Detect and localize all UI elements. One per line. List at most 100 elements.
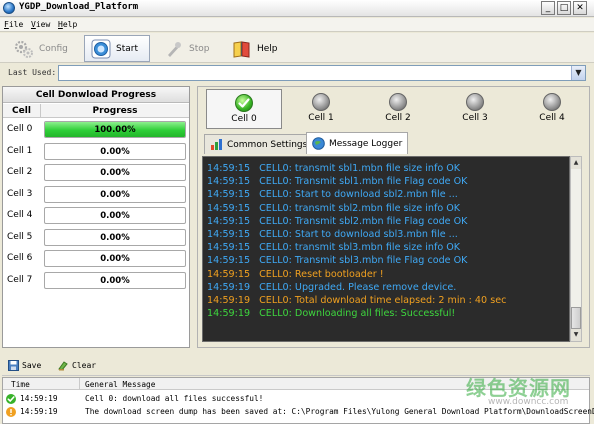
log-line: 14:59:15 CELL0: Transmit sbl1.mbn file Fl… (207, 176, 467, 187)
cell-indicator-label: Cell 1 (308, 113, 334, 123)
cell-indicator-label: Cell 0 (231, 114, 257, 124)
progress-value: 0.00% (100, 168, 130, 178)
scroll-up-icon[interactable]: ▲ (571, 157, 581, 169)
toolbar: Config Start Stop Help (0, 33, 594, 63)
progress-value: 0.00% (100, 189, 130, 200)
log-text: CELL0: Start to download sbl2.mbn file .… (259, 189, 458, 201)
cell-indicator-2[interactable]: Cell 2 (360, 89, 436, 129)
progress-bar: 0.00% (44, 207, 186, 224)
progress-bar: 0.00% (44, 228, 186, 246)
progress-bar: 0.00% (44, 142, 186, 160)
save-button[interactable]: Save (8, 360, 41, 371)
start-label: Start (116, 43, 138, 54)
clear-button[interactable]: Clear (58, 360, 96, 371)
stop-button[interactable]: Stop (158, 35, 215, 62)
log-time: 14:59:15 (207, 189, 251, 201)
progress-value: 0.00% (100, 275, 130, 286)
message-text: Cell 0: download all files successful! (85, 394, 264, 403)
menu-file[interactable]: File (4, 20, 23, 29)
clear-icon (58, 360, 69, 371)
log-scrollbar[interactable]: ▲ ▼ (570, 156, 582, 342)
cell-label: Cell 1 (7, 145, 33, 156)
close-button[interactable]: ✕ (573, 1, 587, 15)
log-text: CELL0: transmit sbl3.mbn file size info … (259, 242, 461, 254)
log-time: 14:59:15 (207, 229, 251, 240)
bar-chart-icon (210, 138, 223, 151)
progress-row: Cell 7 0.00% (3, 270, 189, 291)
minimize-button[interactable]: _ (541, 1, 555, 15)
cell-label: Cell 0 (7, 124, 33, 134)
progress-bar: 0.00% (44, 164, 186, 181)
message-log[interactable]: 14:59:15 CELL0: transmit sbl1.mbn file si… (202, 156, 570, 342)
col-header-time: Time (11, 380, 30, 389)
log-time: 14:59:15 (207, 215, 251, 227)
cell-indicator-label: Cell 2 (385, 113, 411, 123)
progress-panel-title: Cell Donwload Progress (3, 87, 189, 103)
log-line: 14:59:19 CELL0: Upgraded. Please remove d… (207, 282, 456, 293)
col-header-message: General Message (85, 380, 156, 389)
message-row[interactable]: 14:59:19 The download screen dump has bee… (3, 406, 594, 419)
progress-row: Cell 3 0.00% (3, 184, 189, 205)
progress-bar: 0.00% (44, 185, 186, 203)
tab-common-settings[interactable]: Common Settings (204, 134, 314, 154)
log-text: CELL0: Total download time elapsed: 2 mi… (259, 295, 507, 306)
progress-value: 100.00% (94, 125, 136, 135)
log-time: 14:59:15 (207, 202, 251, 214)
log-line: 14:59:15 CELL0: Reset bootloader ! (207, 269, 384, 280)
watermark-url: www.downcc.com (488, 397, 569, 407)
log-text: CELL0: transmit sbl1.mbn file size info … (259, 163, 461, 174)
log-time: 14:59:15 (207, 255, 251, 267)
check-circle-icon (235, 94, 253, 112)
log-time: 14:59:19 (207, 281, 251, 293)
maximize-button[interactable]: □ (557, 1, 571, 15)
log-text: CELL0: Reset bootloader ! (259, 268, 384, 280)
log-text: CELL0: Transmit sbl1.mbn file Flag code … (259, 176, 468, 188)
log-line: 14:59:19 CELL0: Downloading all files: Su… (207, 308, 455, 319)
tab-common-settings-label: Common Settings (227, 139, 308, 150)
log-text: CELL0: Upgraded. Please remove device. (259, 281, 457, 293)
window-title: YGDP_Download_Platform (19, 2, 139, 12)
globe-icon (312, 137, 325, 150)
app-icon (3, 2, 15, 14)
log-text: CELL0: Transmit sbl2.mbn file Flag code … (259, 215, 468, 227)
cell-indicator-label: Cell 4 (539, 113, 565, 123)
cell-label: Cell 7 (7, 274, 33, 285)
col-header-cell: Cell (3, 104, 41, 118)
config-button[interactable]: Config (8, 35, 74, 62)
cell-indicator-4[interactable]: Cell 4 (514, 89, 590, 129)
check-circle-icon (6, 394, 16, 404)
log-text: CELL0: Transmit sbl3.mbn file Flag code … (259, 255, 468, 267)
chevron-down-icon[interactable]: ▼ (571, 66, 585, 80)
log-time: 14:59:19 (207, 308, 251, 320)
title-bar: YGDP_Download_Platform _ □ ✕ (0, 0, 594, 17)
progress-value: 0.00% (100, 254, 130, 264)
start-button[interactable]: Start (84, 35, 150, 62)
help-button[interactable]: Help (226, 35, 284, 62)
status-lamp-icon (466, 93, 484, 111)
scroll-down-icon[interactable]: ▼ (571, 329, 581, 341)
menu-help-rest: elp (62, 20, 78, 29)
cell-indicator-3[interactable]: Cell 3 (437, 89, 513, 129)
menu-file-rest: ile (8, 20, 24, 29)
cell-indicator-0[interactable]: Cell 0 (206, 89, 282, 129)
cell-indicator-1[interactable]: Cell 1 (283, 89, 359, 129)
scroll-thumb[interactable] (571, 307, 581, 329)
cell-indicator-label: Cell 3 (462, 113, 488, 123)
log-line: 14:59:15 CELL0: transmit sbl3.mbn file si… (207, 242, 460, 253)
menu-view[interactable]: View (31, 20, 50, 29)
col-header-progress: Progress (41, 104, 189, 118)
message-text: The download screen dump has been saved … (85, 407, 594, 416)
progress-row: Cell 6 0.00% (3, 248, 189, 269)
menu-help[interactable]: Help (58, 20, 77, 29)
log-text: CELL0: Downloading all files: Successful… (259, 308, 456, 320)
progress-bar: 0.00% (44, 250, 186, 267)
message-time: 14:59:19 (20, 394, 58, 403)
stop-icon (164, 39, 184, 59)
tab-message-logger[interactable]: Message Logger (306, 132, 409, 154)
last-used-combo[interactable]: ▼ (58, 65, 586, 81)
progress-value: 0.00% (100, 232, 130, 243)
cell-label: Cell 5 (7, 231, 33, 242)
cell-label: Cell 3 (7, 188, 33, 199)
progress-row: Cell 2 0.00% (3, 162, 189, 183)
cell-indicator-strip: Cell 0 Cell 1 Cell 2 Cell 3 Cell 4 (206, 89, 586, 129)
